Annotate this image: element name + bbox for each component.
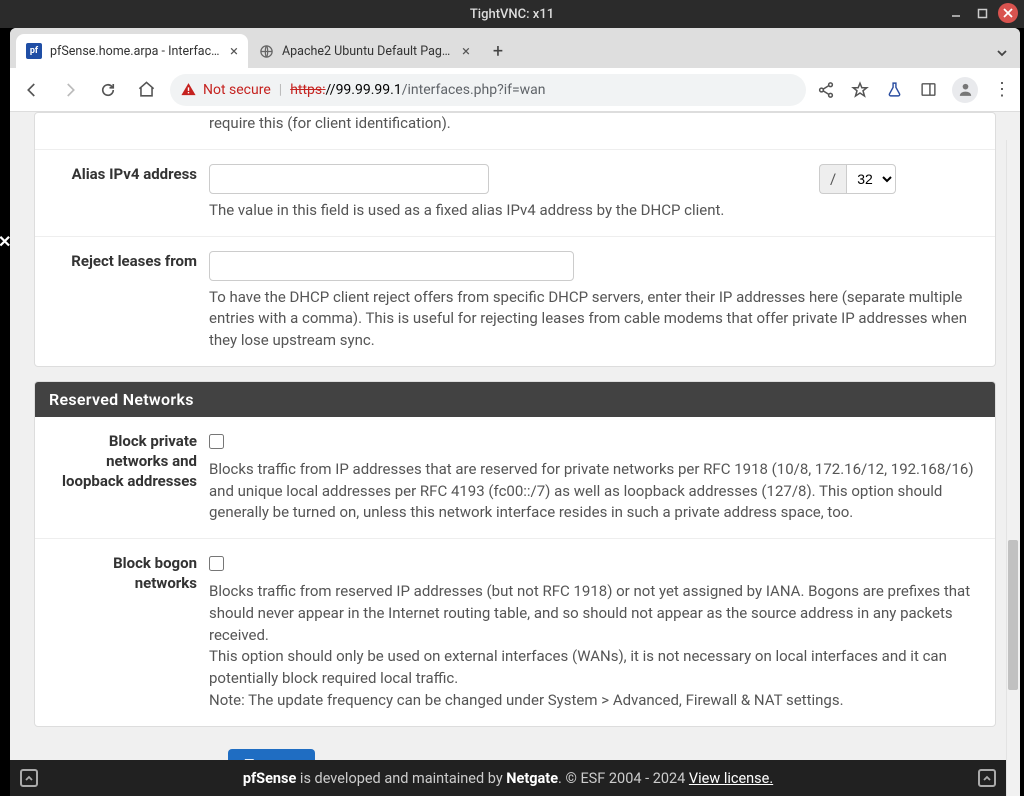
footer-company: Netgate	[506, 770, 558, 787]
alias-ipv4-row: Alias IPv4 address / 32 The value in t	[35, 150, 995, 237]
address-bar[interactable]: Not secure | https://99.99.99.1/interfac…	[170, 74, 806, 106]
tab-title: pfSense.home.arpa - Interfaces: I…	[50, 44, 222, 59]
footer-product: pfSense	[243, 770, 297, 787]
bookmark-star-icon[interactable]	[850, 80, 870, 100]
extension-flask-icon[interactable]	[884, 80, 904, 100]
alias-ipv4-label: Alias IPv4 address	[49, 164, 209, 222]
client-id-help: require this (for client identification)…	[209, 113, 981, 135]
close-tab-icon[interactable]: ×	[462, 42, 470, 60]
tab-title: Apache2 Ubuntu Default Page: It w	[282, 44, 454, 59]
warning-triangle-icon	[180, 81, 197, 98]
window-titlebar: TightVNC: x11	[0, 0, 1024, 28]
window-close-button[interactable]	[998, 3, 1018, 23]
pfsense-footer: pfSense is developed and maintained by N…	[10, 760, 1006, 796]
scrollbar-thumb[interactable]	[1008, 540, 1018, 690]
globe-favicon	[258, 43, 274, 59]
vertical-scrollbar[interactable]	[1006, 140, 1020, 796]
prefix-divider: /	[819, 164, 846, 194]
block-private-row: Block private networks and loopback addr…	[35, 417, 995, 539]
reserved-networks-header: Reserved Networks	[35, 382, 995, 417]
footer-scroll-top-icon-right[interactable]	[978, 769, 996, 787]
page-viewport: require this (for client identification)…	[10, 112, 1020, 796]
side-panel-icon[interactable]	[918, 80, 938, 100]
reject-leases-help: To have the DHCP client reject offers fr…	[209, 287, 981, 352]
block-bogon-label: Block bogon networks	[49, 553, 209, 712]
tab-pfsense[interactable]: pf pfSense.home.arpa - Interfaces: I… ×	[16, 34, 248, 68]
not-secure-indicator[interactable]: Not secure	[180, 81, 271, 98]
reload-button[interactable]	[94, 76, 122, 104]
reject-leases-label: Reject leases from	[49, 251, 209, 352]
browser-window: pf pfSense.home.arpa - Interfaces: I… × …	[10, 28, 1020, 796]
block-private-checkbox[interactable]	[209, 434, 224, 449]
block-bogon-help-1: Blocks traffic from reserved IP addresse…	[209, 581, 981, 646]
pfsense-favicon: pf	[26, 43, 42, 59]
block-private-label: Block private networks and loopback addr…	[49, 431, 209, 524]
profile-avatar[interactable]	[952, 77, 978, 103]
new-tab-button[interactable]: +	[484, 37, 512, 65]
view-license-link[interactable]: View license.	[689, 770, 773, 787]
block-private-help: Blocks traffic from IP addresses that ar…	[209, 459, 981, 524]
tab-apache[interactable]: Apache2 Ubuntu Default Page: It w ×	[248, 34, 480, 68]
alias-ipv4-input[interactable]	[209, 164, 489, 194]
black-sidebar	[0, 28, 10, 796]
share-icon[interactable]	[816, 80, 836, 100]
home-button[interactable]	[132, 76, 160, 104]
forward-button[interactable]	[56, 76, 84, 104]
url-text: https://99.99.99.1/interfaces.php?if=wan	[290, 82, 545, 98]
window-minimize-button[interactable]	[946, 3, 966, 23]
close-tab-icon[interactable]: ×	[230, 42, 238, 60]
back-button[interactable]	[18, 76, 46, 104]
alias-ipv4-help: The value in this field is used as a fix…	[209, 200, 981, 222]
tab-strip: pf pfSense.home.arpa - Interfaces: I… × …	[10, 28, 1020, 68]
window-maximize-button[interactable]	[972, 3, 992, 23]
browser-menu-kebab-icon[interactable]: ⋮	[992, 80, 1012, 100]
reject-leases-row: Reject leases from To have the DHCP clie…	[35, 237, 995, 366]
block-bogon-help-2: This option should only be used on exter…	[209, 646, 981, 690]
block-bogon-checkbox[interactable]	[209, 556, 224, 571]
block-bogon-help-3: Note: The update frequency can be change…	[209, 690, 981, 712]
security-label: Not secure	[203, 82, 271, 98]
dhcp-panel: require this (for client identification)…	[34, 112, 996, 367]
tab-list-chevron-icon[interactable]	[996, 47, 1008, 62]
window-title: TightVNC: x11	[470, 7, 554, 22]
footer-scroll-top-icon[interactable]	[20, 769, 38, 787]
reject-leases-input[interactable]	[209, 251, 574, 281]
browser-toolbar: Not secure | https://99.99.99.1/interfac…	[10, 68, 1020, 112]
block-bogon-row: Block bogon networks Blocks traffic from…	[35, 539, 995, 726]
reserved-networks-panel: Reserved Networks Block private networks…	[34, 381, 996, 727]
alias-ipv4-prefix-select[interactable]: 32	[846, 164, 896, 194]
